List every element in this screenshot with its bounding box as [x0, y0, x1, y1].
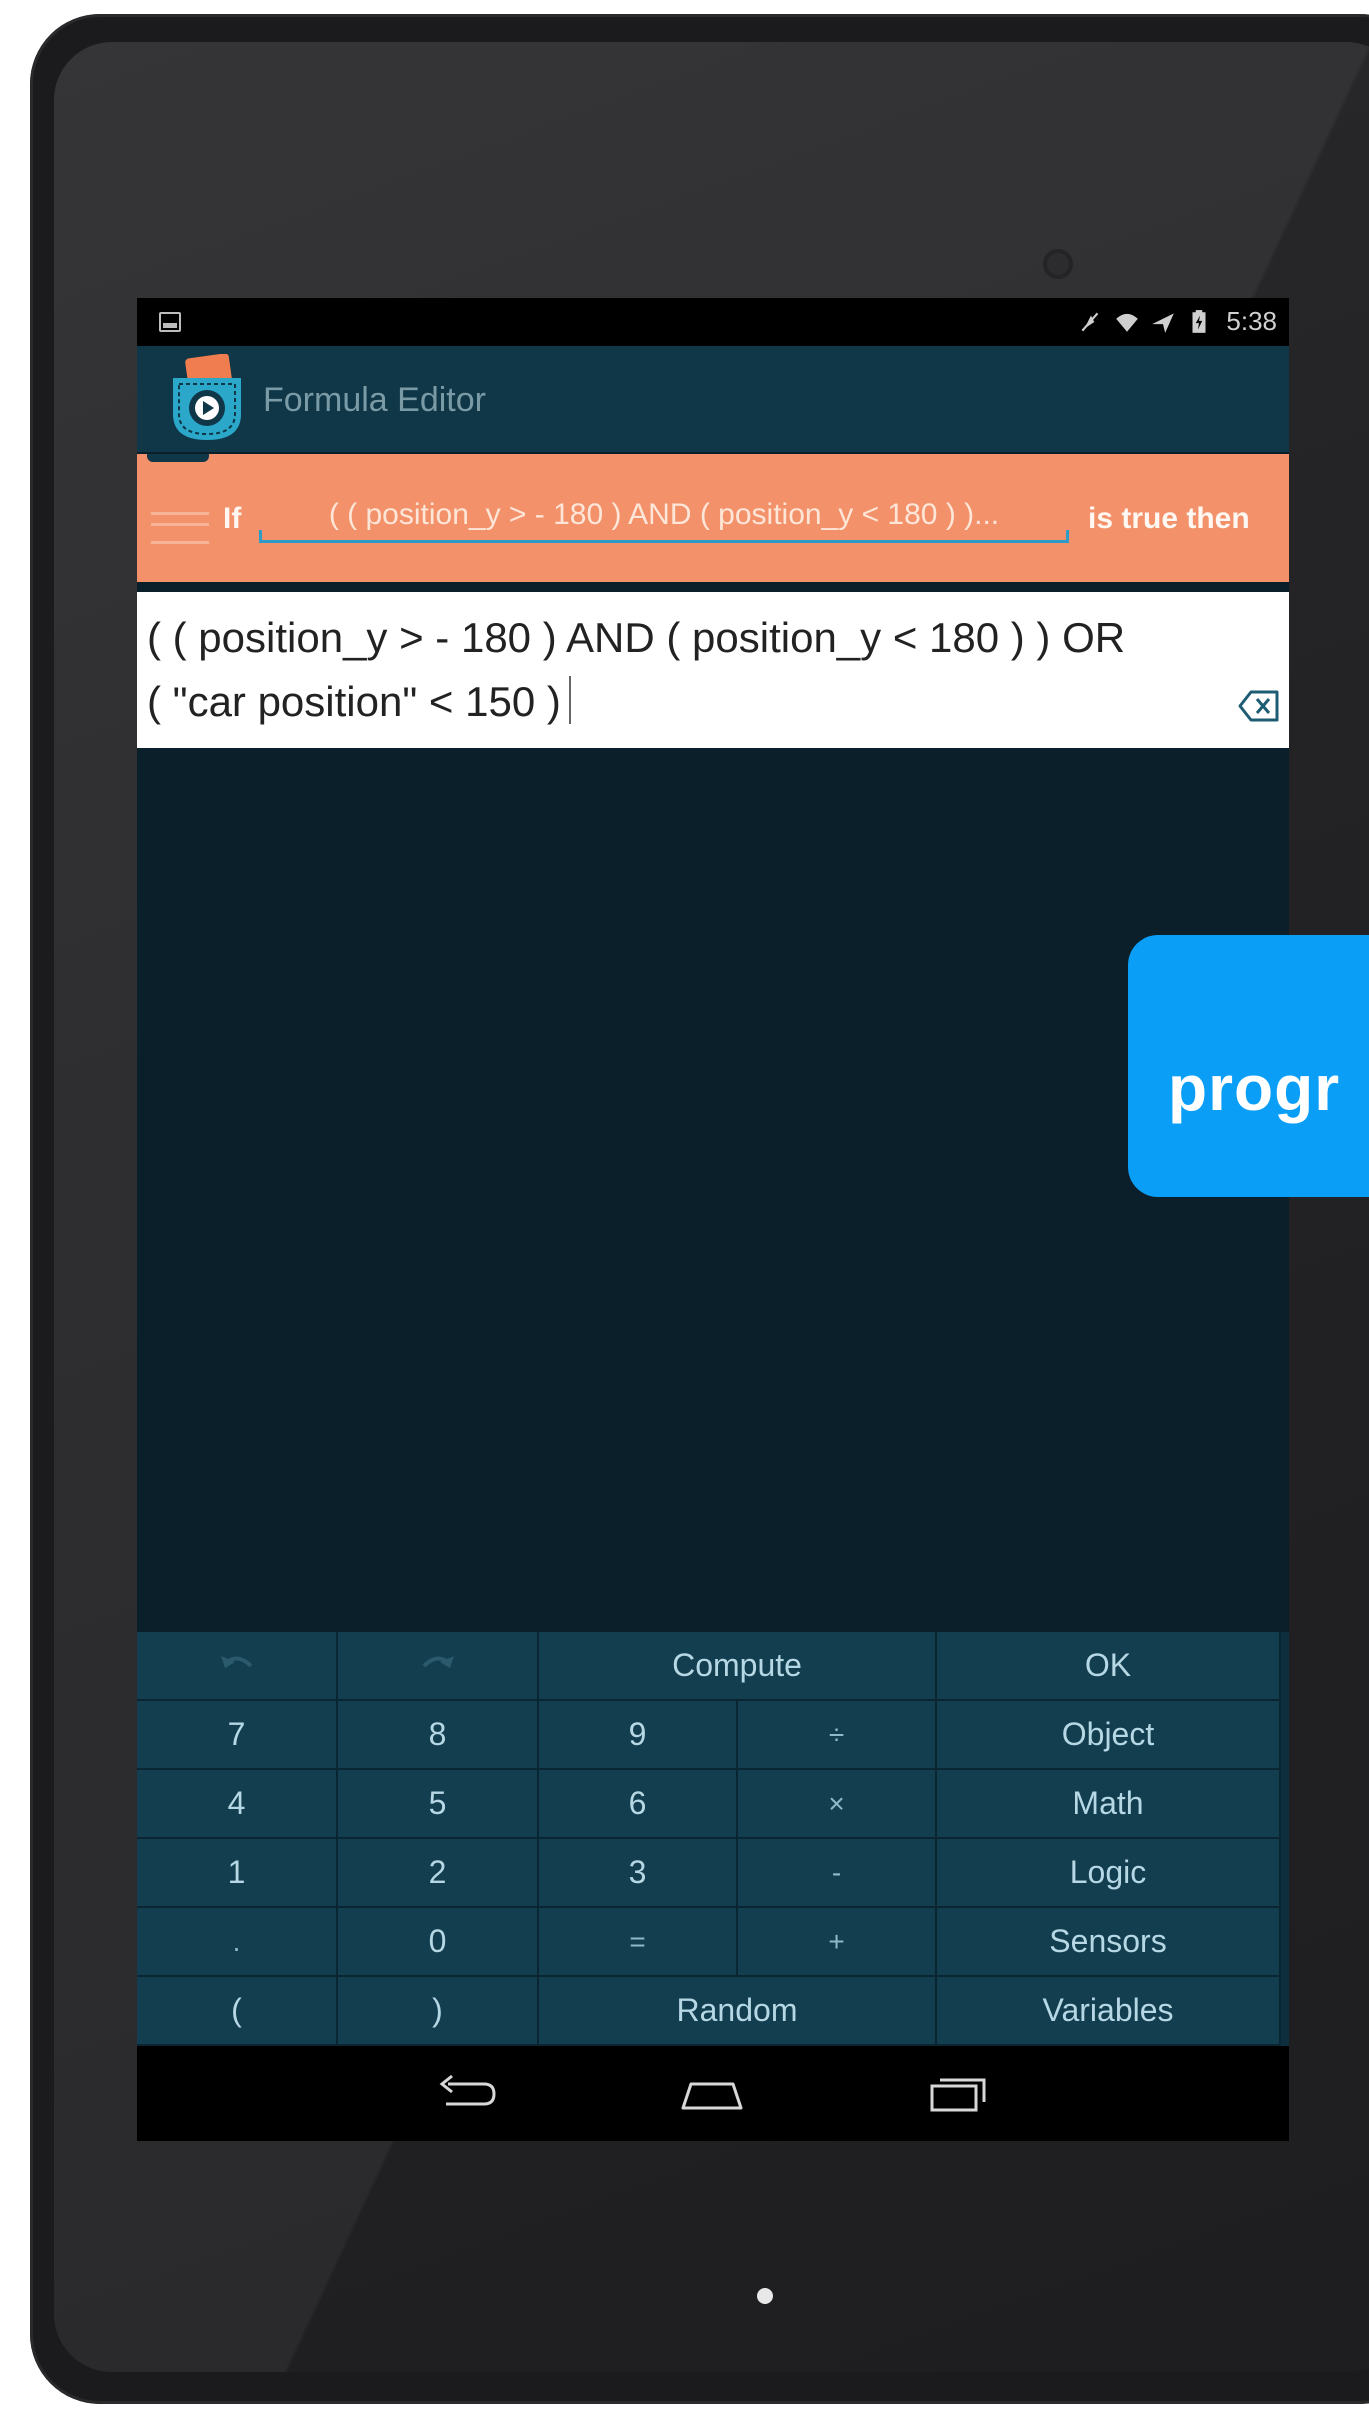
sensors-button[interactable]: Sensors [937, 1908, 1281, 1977]
pocket-code-icon[interactable] [167, 354, 247, 444]
app-title: Formula Editor [263, 381, 486, 419]
bezel-dot [757, 2288, 773, 2304]
object-button[interactable]: Object [937, 1701, 1281, 1770]
undo-button[interactable] [137, 1632, 338, 1701]
formula-line-1: ( ( position_y > - 180 ) AND ( position_… [147, 614, 1126, 661]
text-cursor [568, 676, 571, 724]
formula-input[interactable]: ( ( position_y > - 180 ) AND ( position_… [137, 592, 1289, 748]
backspace-icon[interactable] [1237, 686, 1281, 726]
drag-handle-icon[interactable] [151, 512, 209, 544]
key-4[interactable]: 4 [137, 1770, 338, 1839]
key-decimal[interactable]: . [137, 1908, 338, 1977]
formula-workspace [137, 748, 1289, 1632]
recent-apps-icon[interactable] [922, 2072, 992, 2116]
formula-text[interactable]: ( ( position_y > - 180 ) AND ( position_… [147, 606, 1207, 734]
key-8[interactable]: 8 [338, 1701, 539, 1770]
key-3[interactable]: 3 [539, 1839, 738, 1908]
compute-button[interactable]: Compute [539, 1632, 937, 1701]
key-divide[interactable]: ÷ [738, 1701, 937, 1770]
ok-button[interactable]: OK [937, 1632, 1281, 1701]
screenshot-icon [159, 312, 181, 332]
undo-icon [220, 1655, 252, 1668]
wifi-icon [1116, 313, 1139, 332]
key-1[interactable]: 1 [137, 1839, 338, 1908]
airplane-icon [1152, 312, 1175, 333]
if-brick[interactable]: If ( ( position_y > - 180 ) AND ( positi… [137, 454, 1289, 582]
key-equals[interactable]: = [539, 1908, 738, 1977]
battery-icon [1192, 309, 1206, 333]
formula-line-2: ( "car position" < 150 ) [147, 678, 561, 725]
formula-keyboard: Compute OK 7 8 9 ÷ Object 4 5 6 × Math 1… [137, 1632, 1289, 2046]
brick-notch [147, 454, 209, 462]
back-icon[interactable] [432, 2072, 502, 2116]
status-icons: 5:38 [1078, 306, 1277, 337]
key-6[interactable]: 6 [539, 1770, 738, 1839]
status-time: 5:38 [1226, 306, 1277, 336]
key-9[interactable]: 9 [539, 1701, 738, 1770]
key-minus[interactable]: - [738, 1839, 937, 1908]
random-button[interactable]: Random [539, 1977, 937, 2046]
key-0[interactable]: 0 [338, 1908, 539, 1977]
key-2[interactable]: 2 [338, 1839, 539, 1908]
key-multiply[interactable]: × [738, 1770, 937, 1839]
redo-button[interactable] [338, 1632, 539, 1701]
home-icon[interactable] [677, 2072, 747, 2116]
if-condition-field[interactable]: ( ( position_y > - 180 ) AND ( position_… [259, 498, 1069, 543]
key-open-paren[interactable]: ( [137, 1977, 338, 2046]
navigation-bar [137, 2046, 1289, 2141]
key-plus[interactable]: + [738, 1908, 937, 1977]
variables-button[interactable]: Variables [937, 1977, 1281, 2046]
then-label: is true then [1088, 502, 1250, 535]
promo-overlay-card: progr [1128, 935, 1369, 1197]
redo-icon [422, 1655, 454, 1668]
math-button[interactable]: Math [937, 1770, 1281, 1839]
if-label: If [223, 502, 242, 535]
status-bar: 5:38 [137, 298, 1289, 346]
logic-button[interactable]: Logic [937, 1839, 1281, 1908]
key-5[interactable]: 5 [338, 1770, 539, 1839]
key-7[interactable]: 7 [137, 1701, 338, 1770]
mute-icon [1081, 312, 1099, 331]
front-camera [1047, 253, 1069, 275]
action-bar: Formula Editor [137, 346, 1289, 452]
promo-text: progr [1168, 1052, 1341, 1124]
key-close-paren[interactable]: ) [338, 1977, 539, 2046]
tablet-screen: 5:38 Formula Editor If ( ( position_y > … [137, 298, 1289, 2141]
